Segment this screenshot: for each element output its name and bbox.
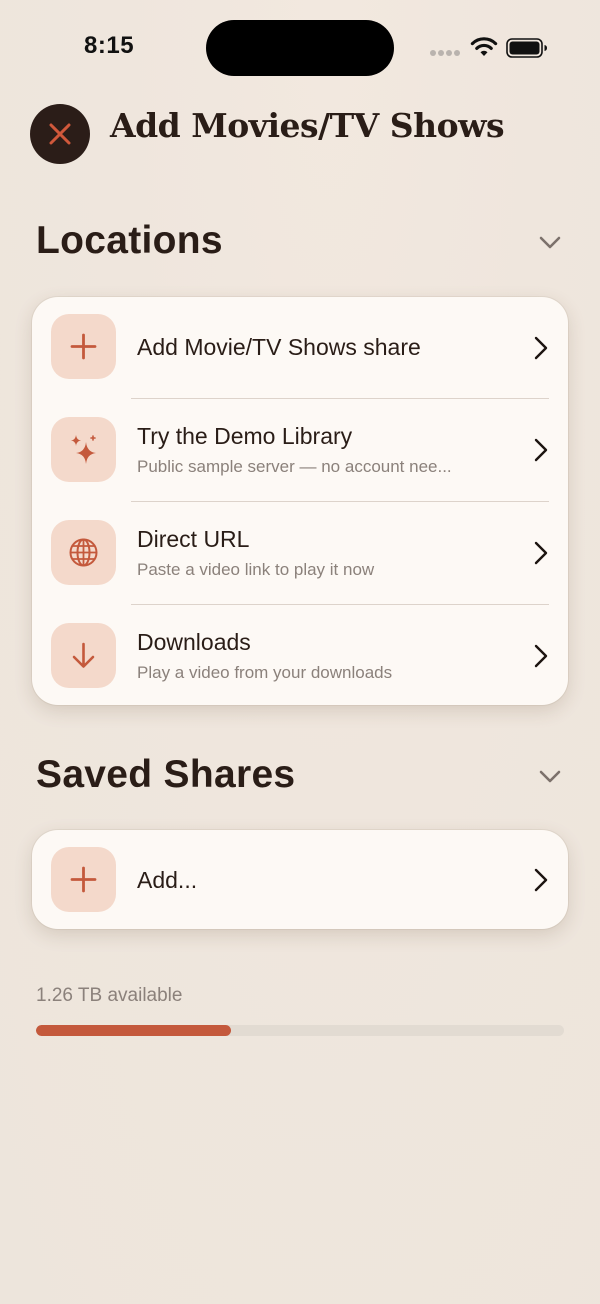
saved-shares-card: Add... — [32, 830, 568, 929]
locations-section-header[interactable]: Locations — [36, 219, 566, 269]
locations-card: Add Movie/TV Shows share Try the Demo Li… — [32, 297, 568, 705]
battery-icon — [506, 38, 547, 58]
chevron-down-icon — [539, 236, 561, 249]
chevron-down-icon — [539, 770, 561, 783]
screen: 8:15 Add Movies/TV Shows Locations Add M… — [0, 0, 600, 1304]
plus-icon — [70, 866, 97, 893]
plus-icon — [70, 333, 97, 360]
saved-shares-section-title: Saved Shares — [36, 753, 296, 796]
row-subtitle: Paste a video link to play it now — [137, 560, 375, 579]
locations-section-title: Locations — [36, 219, 223, 262]
close-button[interactable] — [30, 104, 90, 164]
wifi-icon — [470, 37, 498, 56]
close-icon — [49, 123, 71, 145]
row-title: Direct URL — [137, 526, 250, 552]
status-icons — [430, 36, 550, 60]
dynamic-island — [206, 20, 394, 76]
direct-url-row[interactable]: Direct URL Paste a video link to play it… — [32, 502, 568, 605]
status-time: 8:15 — [84, 32, 135, 59]
row-title: Try the Demo Library — [137, 423, 353, 449]
row-title: Add Movie/TV Shows share — [137, 334, 421, 360]
sparkles-icon — [71, 435, 96, 464]
row-icon-tile — [51, 520, 116, 585]
add-share-row[interactable]: Add Movie/TV Shows share — [32, 297, 568, 400]
cellular-signal-icon — [430, 50, 462, 56]
row-subtitle: Public sample server — no account nee... — [137, 457, 452, 476]
row-icon-tile — [51, 417, 116, 482]
storage-available-label: 1.26 TB available — [36, 985, 183, 1006]
row-subtitle: Play a video from your downloads — [137, 663, 393, 682]
add-saved-share-row[interactable]: Add... — [32, 830, 568, 929]
demo-library-row[interactable]: Try the Demo Library Public sample serve… — [32, 399, 568, 502]
row-icon-tile — [51, 623, 116, 688]
status-bar: 8:15 — [0, 0, 600, 96]
page-title: Add Movies/TV Shows — [110, 106, 505, 145]
chevron-right-icon — [534, 644, 548, 668]
downloads-row[interactable]: Downloads Play a video from your downloa… — [32, 605, 568, 705]
row-title: Downloads — [137, 629, 251, 655]
chevron-right-icon — [534, 336, 548, 360]
storage-progress-fill — [36, 1025, 232, 1036]
row-title: Add... — [137, 867, 198, 893]
globe-icon — [69, 538, 98, 567]
chevron-right-icon — [534, 868, 548, 892]
row-icon-tile — [51, 314, 116, 379]
storage-progress-track — [36, 1025, 564, 1036]
saved-shares-section-header[interactable]: Saved Shares — [36, 753, 566, 803]
chevron-right-icon — [534, 438, 548, 462]
row-icon-tile — [51, 847, 116, 912]
download-arrow-icon — [72, 642, 95, 668]
chevron-right-icon — [534, 541, 548, 565]
